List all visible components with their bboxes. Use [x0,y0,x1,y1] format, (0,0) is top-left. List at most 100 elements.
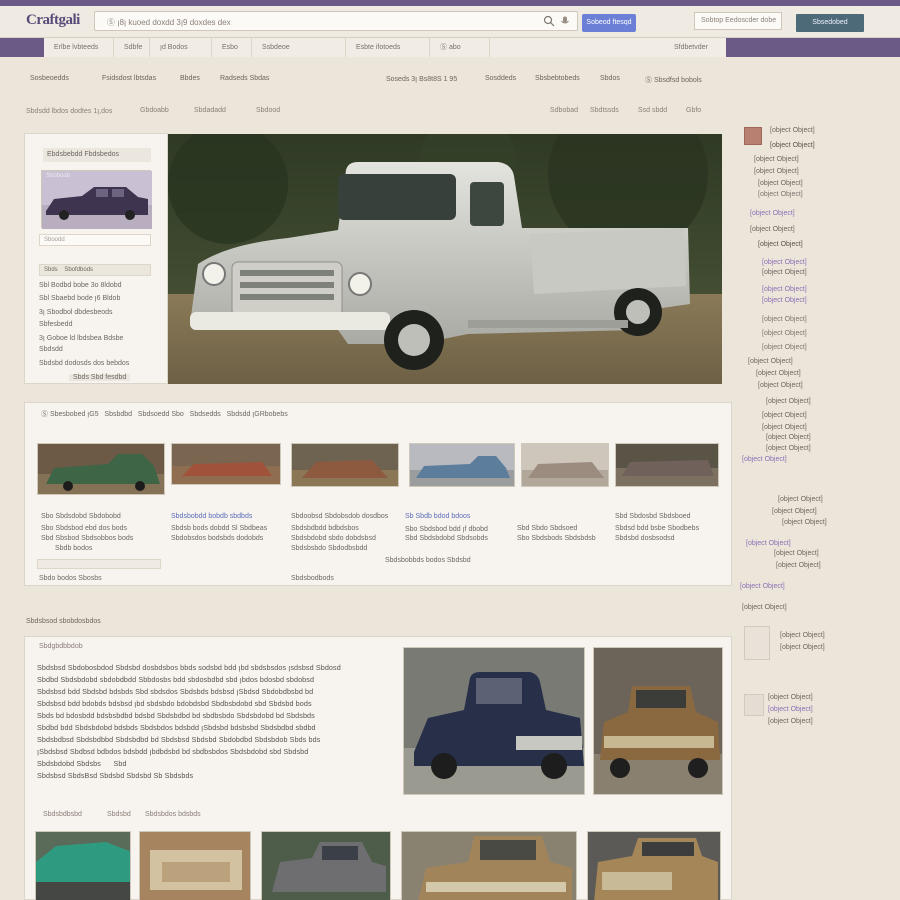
sidebar-item[interactable]: [object Object] [778,496,823,503]
nav-item[interactable]: Ⓢ abo [430,38,490,57]
gallery-thumb[interactable] [587,831,721,900]
listing-thumbnail[interactable] [521,443,609,487]
sidebar-item[interactable]: [object Object] [780,632,825,639]
listing-thumbnail[interactable] [291,443,399,487]
subnav-item[interactable]: Sosddeds [485,75,516,82]
sidebar-item[interactable]: [object Object] [762,269,807,276]
nav-item[interactable]: Esbte ifotoeds [346,38,430,57]
sidebar-item[interactable]: [object Object] [750,210,795,217]
listing-thumbnail[interactable] [409,443,515,487]
gallery-thumb[interactable] [401,831,577,900]
sidebar-item[interactable]: [object Object] [754,156,799,163]
search-input[interactable]: Ⓢ ꞁ8ꞁ kuoed doxdd 3ꞁ9 doxdes dex [94,11,578,31]
listing-thumbnail[interactable] [615,443,719,487]
nav-item[interactable]: Ssbdeoe [252,38,346,57]
breadcrumb-item[interactable]: Sbdood [256,107,280,114]
sidebar-item[interactable]: [object Object] [772,508,817,515]
listing-thumbnail[interactable] [37,443,165,495]
sidebar-item[interactable]: [object Object] [758,191,803,198]
filter-input[interactable]: Sboodd [39,234,151,246]
sidebar-item[interactable]: [object Object] [770,127,815,134]
filter-option[interactable]: Sbdsbd dodosds dos bebdos [39,360,129,367]
subnav-item[interactable]: Soseds 3ꞁ Bs8t8S 1 95 [386,75,457,83]
sidebar-item[interactable]: [object Object] [768,694,813,701]
listing-title[interactable]: Sbdsbobdd bobdb sbdbds [171,513,252,520]
filter-option[interactable]: Sbl Sbaebd bode ꞁ6 Bldob [39,294,120,302]
filter-option[interactable]: Sbfesbedd [39,321,72,328]
sidebar-item[interactable]: [object Object] [770,142,815,149]
hero-photo[interactable] [168,134,722,384]
sidebar-item[interactable]: [object Object] [758,180,803,187]
lower-tab[interactable]: Sbdsbdos bdsbds [145,811,201,818]
listing-tabs[interactable]: Ⓢ Sbesbobed ꞁG5 Sbsbdbd Sbdsoedd Sbo Sbd… [41,409,288,419]
breadcrumb-item[interactable]: Sbdtssds [590,107,619,114]
sidebar-item[interactable]: [object Object] [762,259,807,266]
subnav-item[interactable]: Bbdes [180,75,200,82]
breadcrumb-item[interactable]: Sbdadadd [194,107,226,114]
sidebar-item[interactable]: [object Object] [766,434,811,441]
sidebar-item[interactable]: [object Object] [746,540,791,547]
site-logo[interactable]: Craftgali [26,12,80,29]
gallery-photo[interactable] [403,647,585,795]
nav-right-item[interactable]: Sfdbetvder [668,38,726,57]
sidebar-item[interactable]: [object Object] [780,644,825,651]
sidebar-item[interactable]: [object Object] [768,706,813,713]
filter-thumbnail[interactable]: Sboboob [41,170,152,229]
lower-tab[interactable]: Sbdsbdbsbd [43,811,82,818]
filter-select[interactable]: Sbds Sbofdbods [39,264,151,276]
post-button[interactable]: Sbsedobed [796,14,864,32]
filter-option[interactable]: Sbl Bodbd bobe 3o 8ldobd [39,282,122,289]
sidebar-item[interactable]: [object Object] [758,382,803,389]
filter-option[interactable]: 3ꞁ Goboe ld lbdsbea Bdsbe [39,334,123,342]
gallery-thumb[interactable] [261,831,391,900]
sidebar-item[interactable]: [object Object] [762,330,807,337]
sidebar-item[interactable]: [object Object] [742,456,787,463]
filter-footer[interactable]: Sbds Sbd fesdbd [69,374,131,381]
subnav-item[interactable]: Radseds Sbdas [220,75,269,82]
sidebar-item[interactable]: [object Object] [754,168,799,175]
search-icon[interactable] [543,15,555,27]
filter-option[interactable]: 3ꞁ Sbodbol dbdesbeods [39,308,113,316]
sidebar-item[interactable]: [object Object] [782,519,827,526]
nav-item[interactable]: ꞁd Bodos [150,38,212,57]
sidebar-item[interactable]: [object Object] [774,550,819,557]
gallery-thumb[interactable] [35,831,131,900]
breadcrumb-item[interactable]: Sdbobad [550,107,578,114]
sidebar-item[interactable]: [object Object] [762,286,807,293]
breadcrumb-item[interactable]: Ssd sbdd [638,107,667,114]
sidebar-item[interactable]: [object Object] [740,583,785,590]
sidebar-item[interactable]: [object Object] [766,398,811,405]
sidebar-item[interactable]: [object Object] [758,241,803,248]
lower-tab[interactable]: Sbdsbd [107,811,131,818]
gallery-photo[interactable] [593,647,723,795]
gallery-thumb[interactable] [139,831,251,900]
nav-item[interactable]: Sdbfe [114,38,150,57]
sidebar-item[interactable]: [object Object] [748,358,793,365]
sidebar-item[interactable]: [object Object] [762,297,807,304]
sidebar-item[interactable]: [object Object] [742,604,787,611]
sidebar-item[interactable]: [object Object] [750,226,795,233]
search-button[interactable]: Sobeod ftesqd [582,14,636,32]
sidebar-item[interactable]: [object Object] [768,718,813,725]
breadcrumb-item[interactable]: Gbfo [686,107,701,114]
listing-link[interactable]: Sbdsbobbds bodos Sbdsbd [385,557,471,564]
subnav-item[interactable]: Sbsbebtobeds [535,75,580,82]
sidebar-item[interactable]: [object Object] [776,562,821,569]
sidebar-item[interactable]: [object Object] [762,412,807,419]
nav-item[interactable]: Erlbe lvbteeds [44,38,114,57]
sidebar-item[interactable]: [object Object] [762,344,807,351]
sidebar-item[interactable]: [object Object] [762,424,807,431]
sidebar-item[interactable]: [object Object] [766,445,811,452]
subnav-item[interactable]: Sbdos [600,75,620,82]
breadcrumb-item[interactable]: Sbdsdd lbdos dodtes 1ꞁ,dos [26,107,112,115]
listing-title[interactable]: Sb Sbdb bdod bdoos [405,513,470,520]
subnav-item[interactable]: Ⓢ Sbsdfsd bobols [645,75,702,85]
filter-option[interactable]: Sbdsdd [39,346,63,353]
microphone-icon[interactable] [559,15,571,27]
listing-thumbnail[interactable] [171,443,281,485]
nav-item[interactable]: Esbo [212,38,252,57]
breadcrumb-item[interactable]: Gbdoabb [140,107,169,114]
sidebar-item[interactable]: [object Object] [756,370,801,377]
sidebar-item[interactable]: [object Object] [762,316,807,323]
subnav-item[interactable]: Sosbeoedds [30,75,69,82]
